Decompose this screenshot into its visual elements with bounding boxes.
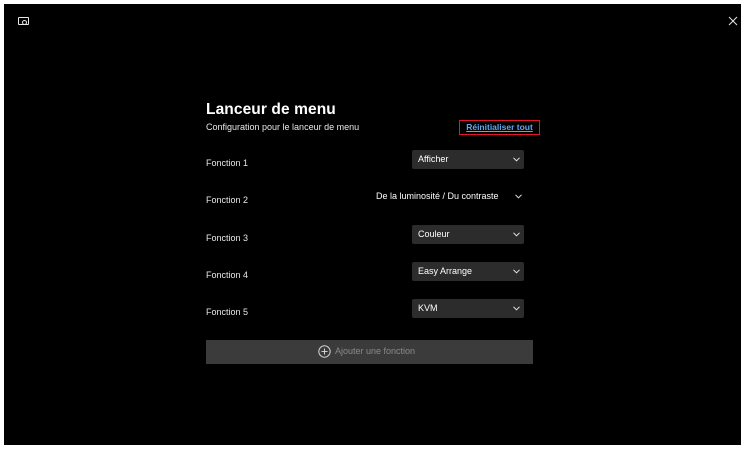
chevron-down-icon xyxy=(513,232,520,237)
add-function-button[interactable]: Ajouter une fonction xyxy=(206,340,533,364)
function-2-value: De la luminosité / Du contraste xyxy=(376,191,499,201)
function-5-dropdown[interactable]: KVM xyxy=(412,299,524,318)
function-1-label: Fonction 1 xyxy=(206,158,249,168)
monitor-icon xyxy=(18,17,29,25)
page-title: Lanceur de menu xyxy=(206,101,336,118)
function-1-dropdown[interactable]: Afficher xyxy=(412,150,524,169)
page-subtitle: Configuration pour le lanceur de menu xyxy=(206,122,360,132)
close-icon[interactable] xyxy=(728,16,738,26)
reset-all-link[interactable]: Réinitialiser tout xyxy=(459,120,540,135)
function-4-label: Fonction 4 xyxy=(206,270,249,280)
function-3-dropdown[interactable]: Couleur xyxy=(412,225,524,244)
chevron-down-icon xyxy=(513,157,520,162)
function-2-dropdown[interactable]: De la luminosité / Du contraste xyxy=(374,187,526,206)
function-5-value: KVM xyxy=(418,303,438,313)
chevron-down-icon xyxy=(513,306,520,311)
function-3-label: Fonction 3 xyxy=(206,233,249,243)
add-function-label: Ajouter une fonction xyxy=(335,346,416,356)
function-4-value: Easy Arrange xyxy=(418,266,473,276)
function-1-value: Afficher xyxy=(418,154,449,164)
plus-circle-icon xyxy=(318,345,331,358)
chevron-down-icon xyxy=(513,269,520,274)
function-2-label: Fonction 2 xyxy=(206,195,249,205)
function-5-label: Fonction 5 xyxy=(206,307,249,317)
function-4-dropdown[interactable]: Easy Arrange xyxy=(412,262,524,281)
app-window: Lanceur de menu Configuration pour le la… xyxy=(4,4,741,445)
chevron-down-icon xyxy=(515,194,522,199)
function-3-value: Couleur xyxy=(418,229,450,239)
